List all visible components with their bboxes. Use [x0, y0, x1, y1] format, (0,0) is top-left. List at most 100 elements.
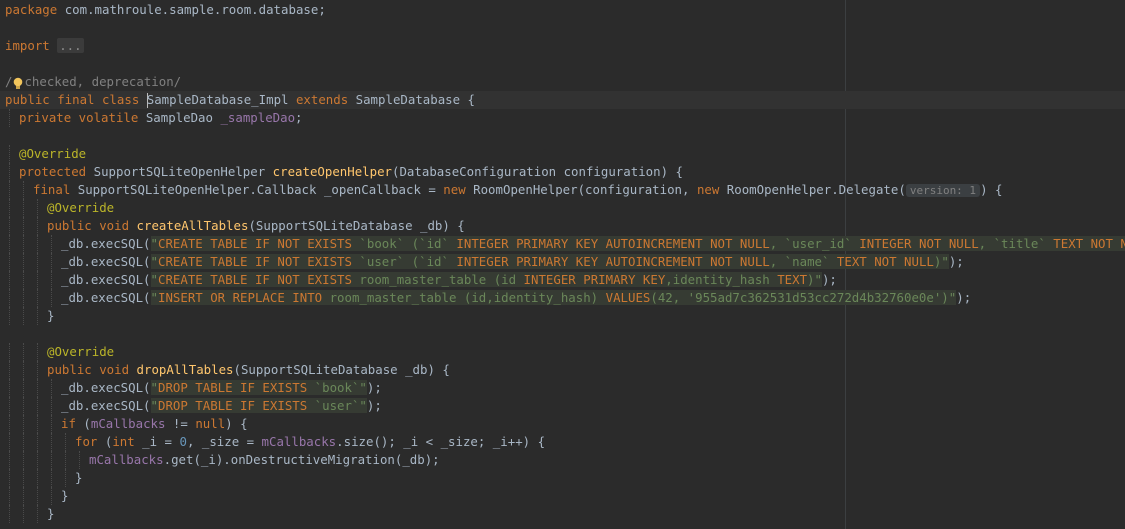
code-token: SampleDao	[145, 110, 221, 125]
indent-guide	[9, 199, 10, 217]
indent-guide	[37, 379, 38, 397]
indent-guide	[23, 487, 24, 505]
code-line[interactable]: }	[0, 307, 1125, 325]
code-line[interactable]: }	[0, 469, 1125, 487]
code-token: ;	[295, 110, 303, 125]
indent-guide	[37, 487, 38, 505]
indent-guide	[23, 469, 24, 487]
code-line[interactable]	[0, 127, 1125, 145]
code-line[interactable]	[0, 325, 1125, 343]
indent-guide	[23, 433, 24, 451]
indent-guide	[23, 505, 24, 523]
code-line[interactable]: for (int _i = 0, _size = mCallbacks.size…	[0, 433, 1125, 451]
indent-guide	[51, 289, 52, 307]
indent-guide	[65, 469, 66, 487]
indent-guide	[9, 253, 10, 271]
indent-guide	[37, 361, 38, 379]
code-line[interactable]: private volatile SampleDao _sampleDao;	[0, 109, 1125, 127]
code-token: protected	[19, 164, 94, 179]
code-line[interactable]: public void dropAllTables(SupportSQLiteD…	[0, 361, 1125, 379]
indent-guide	[23, 181, 24, 199]
code-line[interactable]: _db.execSQL("CREATE TABLE IF NOT EXISTS …	[0, 235, 1125, 253]
code-line[interactable]	[0, 19, 1125, 37]
code-token: dropAllTables	[136, 362, 234, 377]
code-text: import ...	[5, 37, 84, 55]
code-editor[interactable]: package com.mathroule.sample.room.databa…	[0, 0, 1125, 529]
code-token: ) {	[980, 182, 1003, 197]
indent-guide	[23, 307, 24, 325]
code-token: );	[821, 272, 837, 287]
code-token: }	[47, 506, 55, 521]
code-token: );	[948, 254, 964, 269]
code-token: );	[956, 290, 972, 305]
code-line[interactable]: import ...	[0, 37, 1125, 55]
indent-guide	[23, 271, 24, 289]
code-line[interactable]: @Override	[0, 199, 1125, 217]
indent-guide	[9, 433, 10, 451]
indent-guide	[23, 235, 24, 253]
code-text: @Override	[19, 145, 86, 163]
indent-guide	[37, 433, 38, 451]
code-line[interactable]: final SupportSQLiteOpenHelper.Callback _…	[0, 181, 1125, 199]
code-line[interactable]: public final class SampleDatabase_Impl e…	[0, 91, 1125, 109]
code-token: }	[75, 470, 83, 485]
code-line[interactable]: @Override	[0, 343, 1125, 361]
code-line[interactable]: }	[0, 505, 1125, 523]
indent-guide	[9, 181, 10, 199]
folded-imports[interactable]: ...	[57, 38, 84, 53]
indent-guide	[9, 307, 10, 325]
code-text: / checked, deprecation/	[5, 73, 181, 91]
lightbulb-icon[interactable]	[12, 76, 24, 90]
indent-guide	[9, 145, 10, 163]
code-token: createOpenHelper	[272, 164, 393, 179]
code-token: _i =	[142, 434, 180, 449]
indent-guide	[9, 289, 10, 307]
code-token: if	[61, 416, 84, 431]
code-line[interactable]: }	[0, 487, 1125, 505]
code-text: public void dropAllTables(SupportSQLiteD…	[47, 361, 450, 379]
code-token: _db.execSQL(	[61, 290, 151, 305]
code-line[interactable]: / checked, deprecation/	[0, 73, 1125, 91]
indent-guide	[37, 505, 38, 523]
indent-guide	[65, 451, 66, 469]
indent-guide	[9, 469, 10, 487]
sql-string: "DROP TABLE IF EXISTS `book`"	[150, 380, 367, 395]
indent-guide	[9, 271, 10, 289]
code-token: (DatabaseConfiguration configuration) {	[392, 164, 683, 179]
indent-guide	[37, 397, 38, 415]
indent-guide	[9, 379, 10, 397]
code-line[interactable]: mCallbacks.get(_i).onDestructiveMigratio…	[0, 451, 1125, 469]
code-line[interactable]: if (mCallbacks != null) {	[0, 415, 1125, 433]
code-line[interactable]: _db.execSQL("DROP TABLE IF EXISTS `user`…	[0, 397, 1125, 415]
indent-guide	[9, 163, 10, 181]
code-text: _db.execSQL("CREATE TABLE IF NOT EXISTS …	[61, 253, 964, 271]
code-line[interactable]: package com.mathroule.sample.room.databa…	[0, 1, 1125, 19]
code-line[interactable]	[0, 55, 1125, 73]
sql-string: "CREATE TABLE IF NOT EXISTS `book` (`id`…	[150, 236, 1125, 251]
code-token: SupportSQLiteOpenHelper	[93, 164, 273, 179]
sql-string: "CREATE TABLE IF NOT EXISTS room_master_…	[150, 272, 822, 287]
indent-guide	[37, 271, 38, 289]
code-token: , _size =	[186, 434, 262, 449]
code-token: new	[443, 182, 474, 197]
code-line[interactable]: _db.execSQL("CREATE TABLE IF NOT EXISTS …	[0, 253, 1125, 271]
indent-guide	[9, 505, 10, 523]
indent-guide	[51, 379, 52, 397]
code-text: _db.execSQL("DROP TABLE IF EXISTS `book`…	[61, 379, 382, 397]
code-token: );	[366, 380, 382, 395]
code-token: mCallbacks	[90, 416, 173, 431]
code-token: package	[5, 2, 65, 17]
code-line[interactable]: _db.execSQL("CREATE TABLE IF NOT EXISTS …	[0, 271, 1125, 289]
code-line[interactable]: _db.execSQL("INSERT OR REPLACE INTO room…	[0, 289, 1125, 307]
indent-guide	[51, 415, 52, 433]
code-line[interactable]: protected SupportSQLiteOpenHelper create…	[0, 163, 1125, 181]
code-line[interactable]: _db.execSQL("DROP TABLE IF EXISTS `book`…	[0, 379, 1125, 397]
code-line[interactable]: @Override	[0, 145, 1125, 163]
code-line[interactable]: public void createAllTables(SupportSQLit…	[0, 217, 1125, 235]
code-text: final SupportSQLiteOpenHelper.Callback _…	[33, 181, 1002, 199]
code-token: com.mathroule.sample.room.database;	[64, 2, 326, 17]
code-text: @Override	[47, 343, 114, 361]
code-text: private volatile SampleDao _sampleDao;	[19, 109, 303, 127]
indent-guide	[23, 253, 24, 271]
code-token: .size(); _i < _size; _i++) {	[336, 434, 546, 449]
